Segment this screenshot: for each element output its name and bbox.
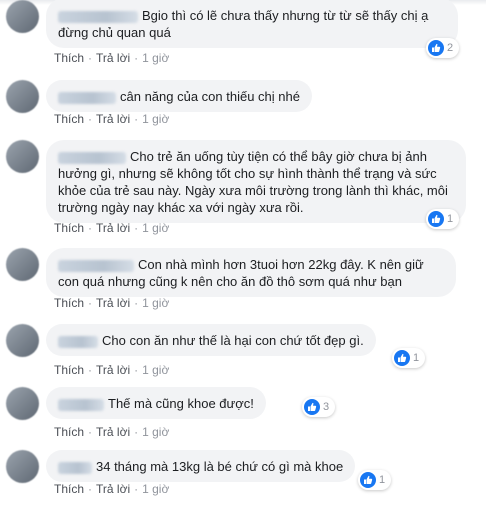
avatar[interactable] bbox=[6, 140, 39, 173]
commenter-name[interactable] bbox=[58, 398, 104, 411]
comment-bubble: Con nhà mình hơn 3tuoi hơn 22kg đây. K n… bbox=[46, 248, 456, 297]
separator: · bbox=[88, 112, 93, 126]
comment-actions: Thích · Trả lời · 1 giờ bbox=[54, 425, 169, 439]
reaction-count[interactable]: 3 bbox=[302, 397, 336, 417]
like-icon bbox=[360, 472, 376, 488]
reaction-count[interactable]: 1 bbox=[426, 209, 460, 229]
timestamp[interactable]: 1 giờ bbox=[142, 482, 169, 496]
separator: · bbox=[88, 363, 93, 377]
separator: · bbox=[134, 296, 139, 310]
commenter-name[interactable] bbox=[58, 91, 116, 104]
avatar[interactable] bbox=[6, 80, 39, 113]
comment-actions: Thích · Trả lời · 1 giờ bbox=[54, 51, 169, 65]
separator: · bbox=[134, 51, 139, 65]
like-icon bbox=[428, 211, 444, 227]
reaction-count[interactable]: 1 bbox=[358, 470, 392, 490]
like-link[interactable]: Thích bbox=[54, 425, 84, 439]
comment-bubble: Cho trẻ ăn uống tùy tiện có thể bây giờ … bbox=[46, 140, 466, 223]
separator: · bbox=[88, 425, 93, 439]
timestamp[interactable]: 1 giờ bbox=[142, 425, 169, 439]
like-link[interactable]: Thích bbox=[54, 296, 84, 310]
separator: · bbox=[88, 296, 93, 310]
commenter-name[interactable] bbox=[58, 461, 92, 474]
comment-actions: Thích · Trả lời · 1 giờ bbox=[54, 296, 169, 310]
comment-bubble: Thế mà cũng khoe được! bbox=[46, 387, 266, 419]
separator: · bbox=[88, 221, 93, 235]
comment-text: Thế mà cũng khoe được! bbox=[108, 396, 254, 411]
reply-link[interactable]: Trả lời bbox=[96, 482, 130, 496]
like-icon bbox=[304, 399, 320, 415]
reply-link[interactable]: Trả lời bbox=[96, 425, 130, 439]
separator: · bbox=[88, 482, 93, 496]
separator: · bbox=[134, 425, 139, 439]
reply-link[interactable]: Trả lời bbox=[96, 51, 130, 65]
like-link[interactable]: Thích bbox=[54, 482, 84, 496]
timestamp[interactable]: 1 giờ bbox=[142, 221, 169, 235]
timestamp[interactable]: 1 giờ bbox=[142, 296, 169, 310]
comment-text: Cho con ăn như thế là hại con chứ tốt đẹ… bbox=[102, 333, 364, 348]
comment-bubble: cân năng của con thiếu chị nhé bbox=[46, 80, 312, 112]
reaction-count[interactable]: 1 bbox=[392, 348, 426, 368]
reply-link[interactable]: Trả lời bbox=[96, 221, 130, 235]
comment-bubble: 34 tháng mà 13kg là bé chứ có gì mà khoe bbox=[46, 450, 356, 482]
comment-actions: Thích · Trả lời · 1 giờ bbox=[54, 221, 169, 235]
commenter-name[interactable] bbox=[58, 151, 126, 164]
reply-link[interactable]: Trả lời bbox=[96, 363, 130, 377]
reaction-number: 1 bbox=[413, 352, 420, 364]
reaction-count[interactable]: 2 bbox=[426, 38, 460, 58]
like-icon bbox=[428, 40, 444, 56]
commenter-name[interactable] bbox=[58, 10, 138, 23]
timestamp[interactable]: 1 giờ bbox=[142, 112, 169, 126]
separator: · bbox=[134, 221, 139, 235]
comment-actions: Thích · Trả lời · 1 giờ bbox=[54, 482, 169, 496]
comment-actions: Thích · Trả lời · 1 giờ bbox=[54, 112, 169, 126]
reply-link[interactable]: Trả lời bbox=[96, 112, 130, 126]
comment-bubble: Bgio thì có lẽ chưa thấy nhưng từ từ sẽ … bbox=[46, 0, 458, 48]
avatar[interactable] bbox=[6, 0, 39, 33]
like-link[interactable]: Thích bbox=[54, 221, 84, 235]
like-icon bbox=[394, 350, 410, 366]
comment-actions: Thích · Trả lời · 1 giờ bbox=[54, 363, 169, 377]
avatar[interactable] bbox=[6, 387, 39, 420]
timestamp[interactable]: 1 giờ bbox=[142, 51, 169, 65]
comment-text: 34 tháng mà 13kg là bé chứ có gì mà khoe bbox=[96, 459, 344, 474]
avatar[interactable] bbox=[6, 248, 39, 281]
like-link[interactable]: Thích bbox=[54, 112, 84, 126]
commenter-name[interactable] bbox=[58, 335, 98, 348]
commenter-name[interactable] bbox=[58, 259, 134, 272]
reply-link[interactable]: Trả lời bbox=[96, 296, 130, 310]
comment-text: cân năng của con thiếu chị nhé bbox=[120, 89, 300, 104]
like-link[interactable]: Thích bbox=[54, 51, 84, 65]
separator: · bbox=[134, 482, 139, 496]
reaction-number: 3 bbox=[323, 401, 330, 413]
separator: · bbox=[88, 51, 93, 65]
reaction-number: 2 bbox=[447, 42, 454, 54]
timestamp[interactable]: 1 giờ bbox=[142, 363, 169, 377]
reaction-number: 1 bbox=[379, 474, 386, 486]
avatar[interactable] bbox=[6, 324, 39, 357]
comment-bubble: Cho con ăn như thế là hại con chứ tốt đẹ… bbox=[46, 324, 376, 356]
like-link[interactable]: Thích bbox=[54, 363, 84, 377]
avatar[interactable] bbox=[6, 450, 39, 483]
reaction-number: 1 bbox=[447, 213, 454, 225]
separator: · bbox=[134, 363, 139, 377]
separator: · bbox=[134, 112, 139, 126]
